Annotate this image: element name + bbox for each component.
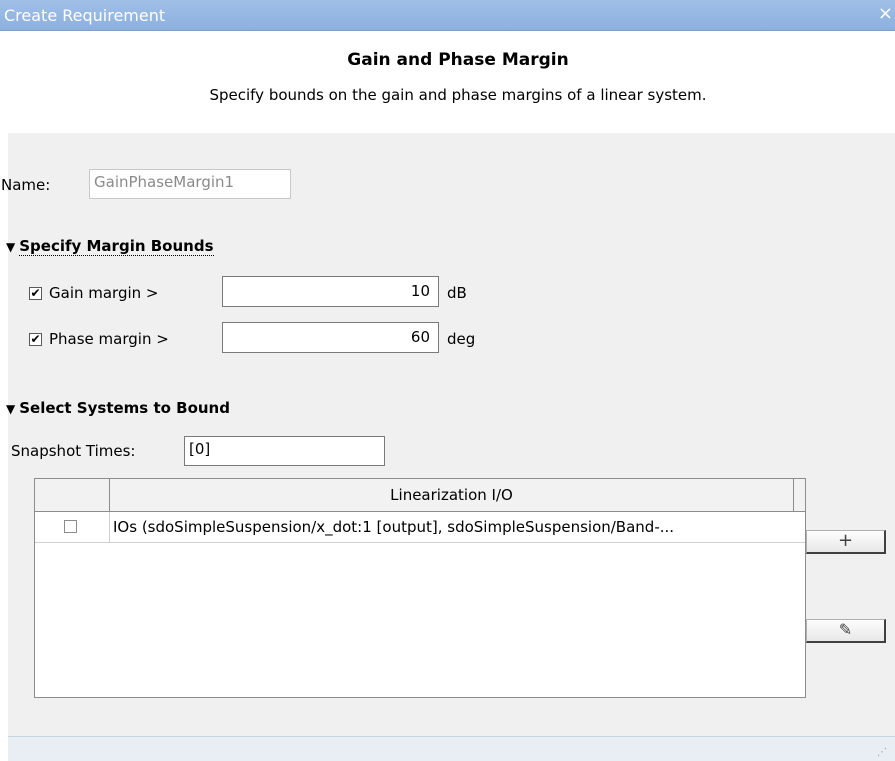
status-bar: ⋰ [8, 736, 895, 761]
expand-triangle-icon: ▼ [6, 240, 16, 254]
resize-grip-icon[interactable]: ⋰ [877, 747, 887, 758]
systems-section-title: Select Systems to Bound [19, 399, 230, 417]
systems-section-toggle[interactable]: ▼ Select Systems to Bound [6, 399, 230, 417]
expand-triangle-icon: ▼ [6, 402, 16, 416]
name-field[interactable]: GainPhaseMargin1 [89, 169, 291, 199]
window-title: Create Requirement [4, 6, 166, 25]
table-row-check-cell [35, 512, 110, 542]
margin-bounds-section-title: Specify Margin Bounds [19, 237, 214, 256]
snapshot-times-label: Snapshot Times: [11, 442, 136, 460]
requirement-description: Specify bounds on the gain and phase mar… [209, 86, 707, 104]
content-panel: Name: GainPhaseMargin1 ▼ Specify Margin B… [1, 133, 895, 736]
margin-bounds-section-toggle[interactable]: ▼ Specify Margin Bounds [6, 237, 214, 256]
phase-margin-label: Phase margin > [49, 330, 169, 348]
add-io-button[interactable]: + [806, 530, 886, 554]
row-checkbox[interactable] [64, 520, 77, 533]
close-icon[interactable]: × [878, 3, 893, 25]
phase-margin-checkbox[interactable]: ✔ [29, 333, 42, 346]
linearization-io-table: Linearization I/O IOs (sdoSimpleSuspensi… [34, 478, 806, 698]
snapshot-times-input[interactable]: [0] [184, 436, 385, 466]
title-bar[interactable]: Create Requirement × [0, 0, 895, 31]
plus-icon: + [837, 530, 854, 551]
header-panel: Gain and Phase Margin Specify bounds on … [8, 31, 895, 133]
gain-margin-unit: dB [447, 284, 467, 302]
table-row[interactable]: IOs (sdoSimpleSuspension/x_dot:1 [output… [35, 512, 805, 543]
pencil-icon: ✎ [838, 620, 853, 639]
linearization-io-cell[interactable]: IOs (sdoSimpleSuspension/x_dot:1 [output… [113, 512, 793, 542]
create-requirement-dialog: Create Requirement × Gain and Phase Marg… [0, 0, 895, 761]
linearization-io-column-header[interactable]: Linearization I/O [110, 479, 794, 511]
name-label: Name: [1, 176, 51, 194]
gain-margin-checkbox[interactable]: ✔ [29, 287, 42, 300]
checkbox-column-header[interactable] [35, 479, 110, 511]
gain-margin-label: Gain margin > [49, 284, 159, 302]
requirement-heading: Gain and Phase Margin [347, 50, 569, 70]
phase-margin-input[interactable]: 60 [222, 322, 439, 353]
edit-io-button[interactable]: ✎ [806, 619, 886, 643]
phase-margin-unit: deg [447, 330, 476, 348]
gain-margin-input[interactable]: 10 [222, 276, 439, 307]
table-header: Linearization I/O [35, 479, 805, 512]
